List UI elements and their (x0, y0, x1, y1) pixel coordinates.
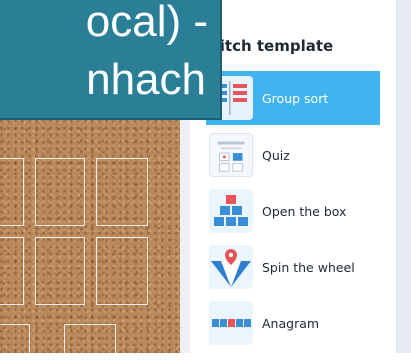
panel-scroll-edge[interactable] (396, 0, 411, 353)
template-item-anagram[interactable]: Anagram (206, 296, 380, 350)
template-item-group-sort[interactable]: Group sort (206, 71, 380, 125)
card-slot[interactable] (35, 237, 85, 305)
template-item-spin-the-wheel[interactable]: Spin the wheel (206, 240, 380, 294)
card-slot[interactable] (96, 158, 148, 226)
panel-title: vitch template (210, 37, 334, 55)
overlay-title-line-2: nhach (86, 55, 206, 104)
template-item-open-the-box[interactable]: Open the box (206, 184, 380, 238)
card-slot[interactable] (0, 158, 24, 226)
template-item-label: Quiz (262, 147, 290, 163)
card-slot[interactable] (0, 324, 30, 364)
template-item-quiz[interactable]: Quiz (206, 128, 380, 182)
template-item-label: Anagram (262, 315, 320, 331)
title-overlay: ocal) - nhach (0, 0, 222, 120)
template-item-label: Group sort (262, 90, 329, 106)
overlay-title-line-1: ocal) - (85, 0, 208, 46)
open-the-box-icon (209, 189, 253, 233)
spin-the-wheel-icon (209, 245, 253, 289)
card-slot[interactable] (0, 237, 24, 305)
template-item-label: Open the box (262, 203, 347, 219)
card-slot[interactable] (35, 158, 85, 226)
quiz-icon (209, 133, 253, 177)
card-slot[interactable] (64, 324, 116, 364)
anagram-icon (209, 301, 253, 345)
template-item-label: Spin the wheel (262, 259, 355, 275)
switch-template-panel: vitch template Group sort Quiz Open the … (190, 0, 411, 353)
card-slot[interactable] (96, 237, 148, 305)
